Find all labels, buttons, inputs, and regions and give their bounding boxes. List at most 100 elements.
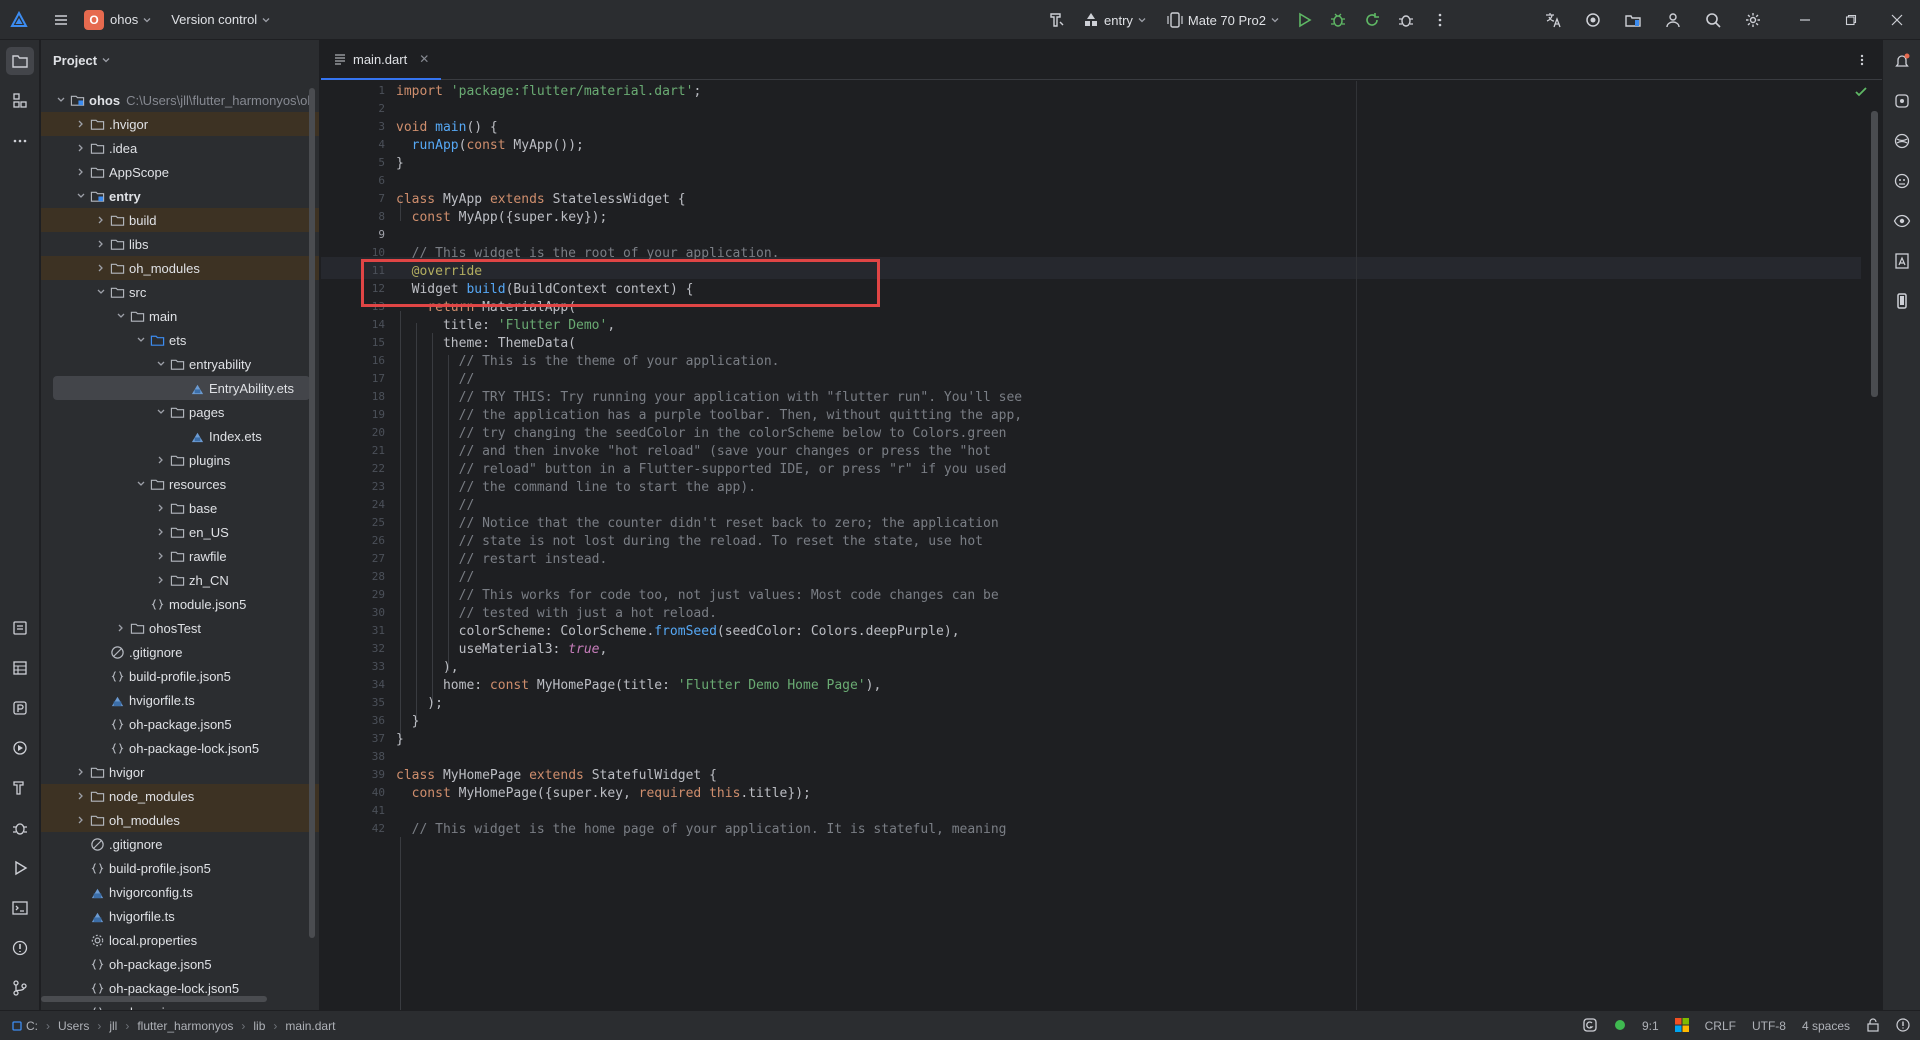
tree-item[interactable]: zh_CN bbox=[41, 568, 319, 592]
debug-icon[interactable] bbox=[1321, 5, 1355, 35]
line-separator[interactable]: CRLF bbox=[1705, 1019, 1736, 1033]
codegenie-icon[interactable] bbox=[1576, 5, 1610, 35]
tree-item[interactable]: oh-package-lock.json5 bbox=[41, 736, 319, 760]
warning-icon[interactable] bbox=[1896, 1017, 1910, 1035]
run-icon[interactable] bbox=[1287, 5, 1321, 35]
tree-item[interactable]: oh_modules bbox=[41, 256, 319, 280]
tabs-more-icon[interactable] bbox=[1852, 50, 1872, 70]
chevron-down-icon[interactable] bbox=[153, 404, 169, 420]
tree-item[interactable]: build bbox=[41, 208, 319, 232]
tree-item[interactable]: pages bbox=[41, 400, 319, 424]
project-tool-icon[interactable] bbox=[6, 47, 34, 75]
chevron-right-icon[interactable] bbox=[73, 116, 89, 132]
translate-icon[interactable] bbox=[1536, 5, 1570, 35]
chevron-right-icon[interactable] bbox=[153, 524, 169, 540]
chevron-down-icon[interactable] bbox=[93, 284, 109, 300]
tree-item[interactable]: hvigorconfig.ts bbox=[41, 880, 319, 904]
app-inspector-icon[interactable] bbox=[1888, 127, 1916, 155]
chevron-right-icon[interactable] bbox=[93, 236, 109, 252]
tree-item[interactable]: src bbox=[41, 280, 319, 304]
database-tool-icon[interactable] bbox=[6, 654, 34, 682]
breadcrumb-item[interactable]: C: bbox=[26, 1019, 38, 1033]
chevron-right-icon[interactable] bbox=[153, 548, 169, 564]
chevron-right-icon[interactable] bbox=[73, 764, 89, 780]
tree-item[interactable]: plugins bbox=[41, 448, 319, 472]
chevron-down-icon[interactable] bbox=[133, 476, 149, 492]
attach-debugger-icon[interactable] bbox=[1389, 5, 1423, 35]
settings-gear-icon[interactable] bbox=[1736, 5, 1770, 35]
breadcrumb-item[interactable]: jll bbox=[109, 1019, 117, 1033]
profiler-tool-icon[interactable] bbox=[6, 694, 34, 722]
project-panel-header[interactable]: Project bbox=[41, 40, 319, 80]
file-encoding[interactable]: UTF-8 bbox=[1752, 1019, 1786, 1033]
tree-item[interactable]: libs bbox=[41, 232, 319, 256]
editor-scrollbar[interactable] bbox=[1871, 111, 1878, 397]
breadcrumb-item[interactable]: Users bbox=[58, 1019, 89, 1033]
chevron-right-icon[interactable] bbox=[73, 812, 89, 828]
project-scrollbar[interactable] bbox=[309, 88, 315, 938]
account-icon[interactable] bbox=[1656, 5, 1690, 35]
problems-tool-icon[interactable] bbox=[6, 934, 34, 962]
tree-item[interactable]: oh-package.json5 bbox=[41, 952, 319, 976]
no-problems-check-icon[interactable] bbox=[1854, 85, 1868, 102]
assistant-icon[interactable] bbox=[1888, 167, 1916, 195]
more-tools-icon[interactable] bbox=[6, 127, 34, 155]
tree-item[interactable]: ets bbox=[41, 328, 319, 352]
tree-item[interactable]: build-profile.json5 bbox=[41, 856, 319, 880]
chevron-right-icon[interactable] bbox=[73, 164, 89, 180]
tree-item[interactable]: entry bbox=[41, 184, 319, 208]
tree-item[interactable]: main bbox=[41, 304, 319, 328]
cursor-position[interactable]: 9:1 bbox=[1642, 1019, 1659, 1033]
chevron-down-icon[interactable] bbox=[113, 308, 129, 324]
tree-item[interactable]: node_modules bbox=[41, 784, 319, 808]
todo-tool-icon[interactable] bbox=[6, 614, 34, 642]
search-icon[interactable] bbox=[1696, 5, 1730, 35]
services-tool-icon[interactable] bbox=[6, 734, 34, 762]
tab-main-dart[interactable]: main.dart ✕ bbox=[321, 40, 441, 80]
chevron-right-icon[interactable] bbox=[93, 212, 109, 228]
version-control-menu[interactable]: Version control bbox=[171, 12, 272, 27]
tree-item[interactable]: Index.ets bbox=[41, 424, 319, 448]
tree-item[interactable]: .hvigor bbox=[41, 112, 319, 136]
tree-item[interactable]: hvigorfile.ts bbox=[41, 688, 319, 712]
structure-tool-icon[interactable] bbox=[6, 87, 34, 115]
tree-item[interactable]: oh-package.json5 bbox=[41, 712, 319, 736]
chevron-right-icon[interactable] bbox=[73, 788, 89, 804]
close-window-icon[interactable] bbox=[1874, 0, 1920, 40]
codegenie-status-icon[interactable] bbox=[1582, 1017, 1598, 1036]
device-preview-icon[interactable] bbox=[1888, 287, 1916, 315]
tree-item[interactable]: en_US bbox=[41, 520, 319, 544]
build-tool-icon[interactable] bbox=[6, 774, 34, 802]
run-config-selector[interactable]: entry bbox=[1082, 11, 1148, 29]
terminal-tool-icon[interactable] bbox=[6, 894, 34, 922]
chevron-down-icon[interactable] bbox=[73, 188, 89, 204]
tree-item[interactable]: hvigorfile.ts bbox=[41, 904, 319, 928]
tree-item[interactable]: .gitignore bbox=[41, 640, 319, 664]
build-hammer-icon[interactable] bbox=[1040, 5, 1074, 35]
project-switcher[interactable]: O ohos bbox=[84, 9, 153, 30]
tree-item[interactable]: module.json5 bbox=[41, 592, 319, 616]
code-editor[interactable]: 1 2 3 4 5 6 7 8 9 10 11 12 13 14 15 16 17 18 19 20 21 22 23 24 2… bbox=[321, 81, 1882, 1010]
tree-item[interactable]: .idea bbox=[41, 136, 319, 160]
minimize-icon[interactable] bbox=[1782, 0, 1828, 40]
windows-logo-icon[interactable] bbox=[1674, 1017, 1689, 1035]
device-manager-icon[interactable] bbox=[1616, 5, 1650, 35]
chevron-right-icon[interactable] bbox=[153, 500, 169, 516]
device-selector[interactable]: Mate 70 Pro2 bbox=[1166, 11, 1281, 29]
indent-setting[interactable]: 4 spaces bbox=[1802, 1019, 1850, 1033]
tree-item[interactable]: hvigor bbox=[41, 760, 319, 784]
previewer-eye-icon[interactable] bbox=[1888, 207, 1916, 235]
copilot-icon[interactable] bbox=[1888, 87, 1916, 115]
chevron-down-icon[interactable] bbox=[53, 92, 69, 108]
tree-item[interactable]: .gitignore bbox=[41, 832, 319, 856]
chevron-right-icon[interactable] bbox=[113, 620, 129, 636]
more-actions-icon[interactable] bbox=[1423, 5, 1457, 35]
chevron-right-icon[interactable] bbox=[153, 572, 169, 588]
status-ok-dot-icon[interactable] bbox=[1614, 1019, 1626, 1034]
debug-tool-icon[interactable] bbox=[6, 814, 34, 842]
tree-item[interactable]: rawfile bbox=[41, 544, 319, 568]
notifications-icon[interactable] bbox=[1888, 47, 1916, 75]
chevron-right-icon[interactable] bbox=[73, 140, 89, 156]
tree-item[interactable]: local.properties bbox=[41, 928, 319, 952]
chevron-right-icon[interactable] bbox=[153, 452, 169, 468]
